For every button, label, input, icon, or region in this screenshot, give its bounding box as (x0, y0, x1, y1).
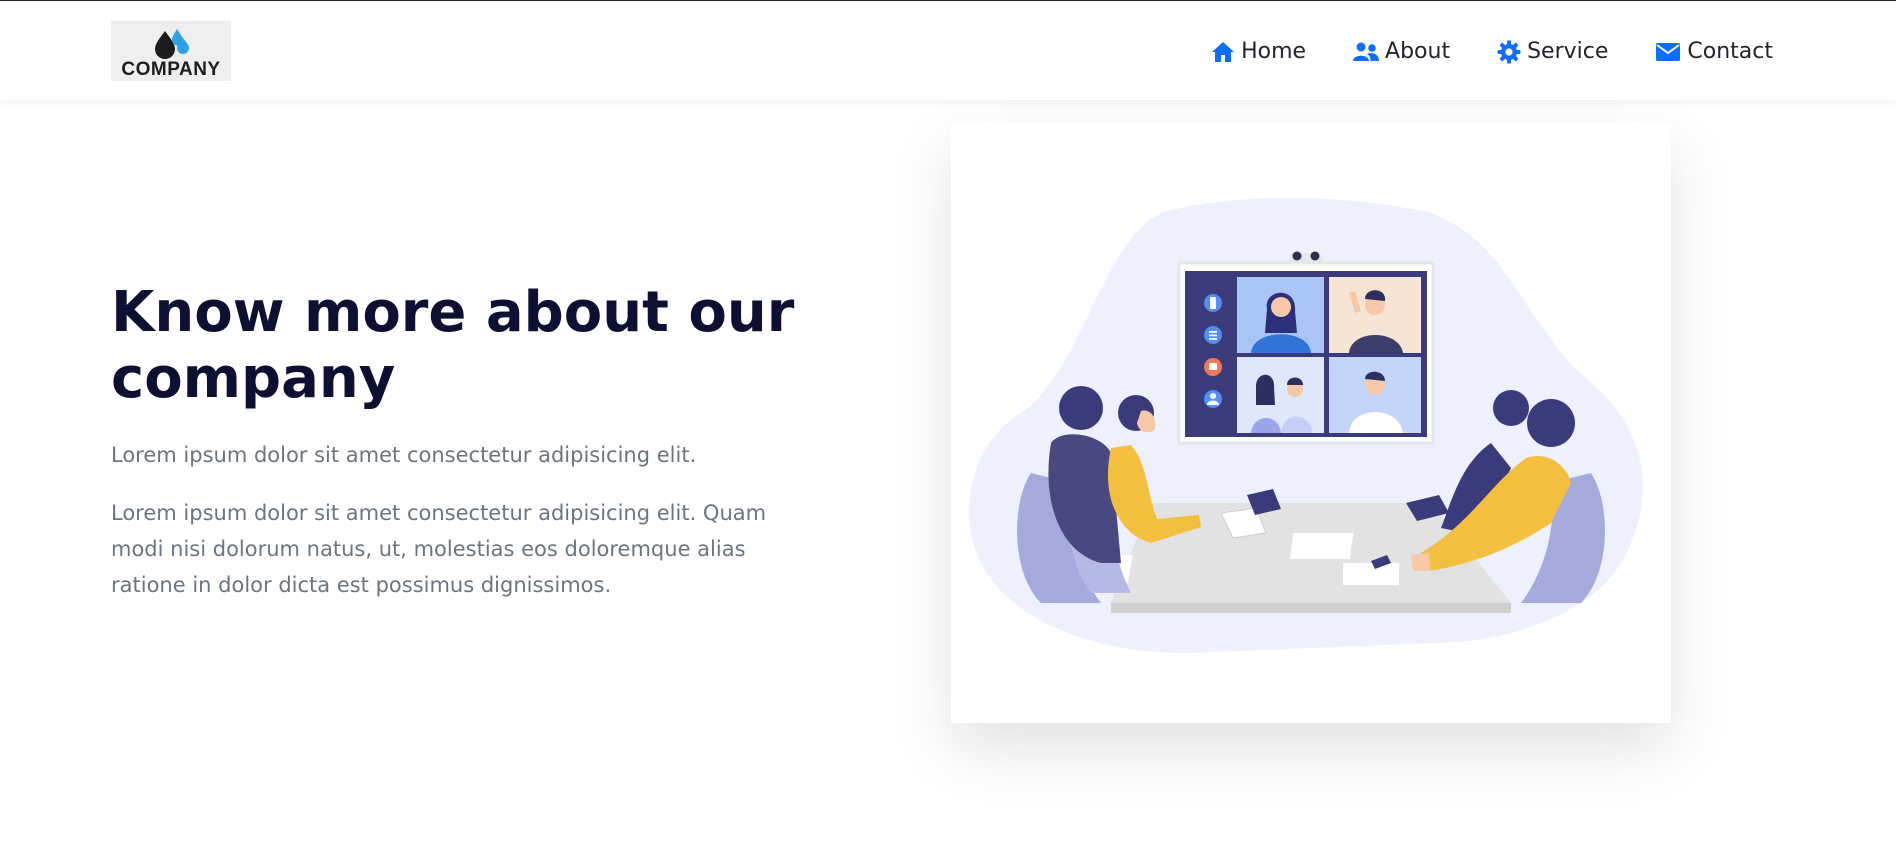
nav-service[interactable]: Service (1497, 39, 1608, 64)
company-logo[interactable]: COMPANY (111, 21, 231, 81)
nav-home-label: Home (1241, 39, 1307, 64)
water-drops-icon (155, 29, 189, 59)
nav-contact-label: Contact (1687, 39, 1773, 64)
hero-body: Lorem ipsum dolor sit amet consectetur a… (111, 501, 767, 597)
navbar: COMPANY Home About Service Contact (0, 1, 1896, 100)
nav-about-label: About (1385, 39, 1451, 64)
nav-service-label: Service (1527, 39, 1609, 64)
home-icon (1212, 41, 1235, 62)
envelope-icon (1656, 42, 1681, 61)
hero-title: Know more about our company (111, 280, 795, 411)
nav-contact[interactable]: Contact (1655, 39, 1773, 64)
logo-text: COMPANY (121, 59, 221, 80)
nav-home[interactable]: Home (1211, 39, 1306, 64)
video-conference-illustration (969, 198, 1643, 654)
hero-lead: Lorem ipsum dolor sit amet consectetur a… (111, 443, 697, 467)
gear-icon (1497, 40, 1521, 63)
nav-about[interactable]: About (1353, 39, 1450, 64)
users-icon (1353, 42, 1380, 61)
main-nav: Home About Service Contact (1211, 39, 1773, 64)
illustration-card (951, 123, 1671, 723)
